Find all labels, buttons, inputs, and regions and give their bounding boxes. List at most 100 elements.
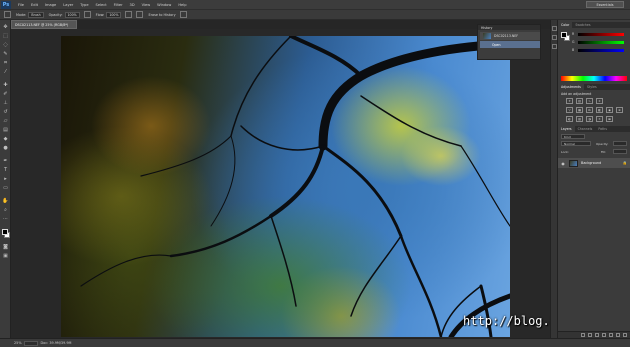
blue-slider[interactable] bbox=[578, 49, 624, 52]
blur-tool-icon[interactable]: ◆ bbox=[2, 136, 9, 142]
hue-saturation-icon[interactable]: ▦ bbox=[576, 107, 583, 113]
menu-3d[interactable]: 3D bbox=[130, 3, 135, 7]
pen-tool-icon[interactable]: ✒ bbox=[2, 158, 9, 164]
quick-mask-icon[interactable]: ◙ bbox=[2, 244, 9, 250]
shape-tool-icon[interactable]: ▭ bbox=[2, 185, 9, 191]
vibrance-icon[interactable]: ▽ bbox=[566, 107, 573, 113]
tab-styles[interactable]: Styles bbox=[584, 84, 600, 90]
invert-icon[interactable]: ◐ bbox=[566, 116, 573, 122]
brush-tool-icon[interactable]: ✐ bbox=[2, 91, 9, 97]
gradient-tool-icon[interactable]: ▤ bbox=[2, 127, 9, 133]
visibility-eye-icon[interactable]: ◉ bbox=[560, 160, 566, 166]
layer-opacity-label: Opacity: bbox=[596, 142, 609, 146]
crop-tool-icon[interactable]: ⌗ bbox=[2, 60, 9, 66]
type-tool-icon[interactable]: T bbox=[2, 167, 9, 173]
healing-brush-tool-icon[interactable]: ✚ bbox=[2, 82, 9, 88]
more-tools-icon[interactable]: ⋯ bbox=[2, 216, 9, 222]
lasso-tool-icon[interactable]: ◌ bbox=[2, 42, 9, 48]
airbrush-icon[interactable] bbox=[125, 11, 133, 18]
tab-paths[interactable]: Paths bbox=[595, 126, 610, 132]
fill-label: Fill: bbox=[601, 150, 607, 154]
fill-field[interactable] bbox=[613, 149, 627, 154]
history-panel-icon[interactable] bbox=[552, 26, 557, 31]
eraser-tool-icon[interactable]: ▱ bbox=[2, 118, 9, 124]
menu-window[interactable]: Window bbox=[157, 3, 171, 7]
eyedropper-tool-icon[interactable]: ⁄ bbox=[2, 69, 9, 75]
pressure-opacity-icon[interactable] bbox=[83, 11, 91, 18]
brightness-contrast-icon[interactable]: ☀ bbox=[566, 98, 573, 104]
mode-select[interactable]: Brush bbox=[28, 11, 44, 18]
workspace-select[interactable]: Essentials bbox=[586, 1, 624, 8]
info-panel-icon[interactable] bbox=[552, 44, 557, 49]
channel-b-label: B bbox=[572, 48, 575, 52]
quick-select-tool-icon[interactable]: ✎ bbox=[2, 51, 9, 57]
blend-mode-select[interactable]: Normal bbox=[561, 141, 591, 146]
document-image[interactable] bbox=[61, 36, 510, 337]
opacity-field[interactable]: 100% bbox=[64, 11, 80, 18]
pressure-size-icon[interactable] bbox=[179, 11, 187, 18]
menu-filter[interactable]: Filter bbox=[114, 3, 123, 7]
hand-tool-icon[interactable]: ✋ bbox=[2, 198, 9, 204]
zoom-level[interactable]: 25% bbox=[14, 341, 22, 345]
tab-color[interactable]: Color bbox=[558, 22, 573, 28]
selective-color-icon[interactable]: ✕ bbox=[596, 116, 603, 122]
link-layers-icon[interactable] bbox=[581, 333, 585, 337]
levels-icon[interactable]: ▥ bbox=[576, 98, 583, 104]
lock-icon: 🔒 bbox=[622, 161, 627, 165]
erase-history-checkbox[interactable] bbox=[136, 11, 144, 18]
properties-panel-icon[interactable] bbox=[552, 35, 557, 40]
layer-kind-filter[interactable]: Kind bbox=[561, 134, 585, 139]
menu-image[interactable]: Image bbox=[45, 3, 56, 7]
delete-layer-icon[interactable] bbox=[623, 333, 627, 337]
history-panel-title[interactable]: History bbox=[478, 25, 540, 30]
layer-row-background[interactable]: ◉ Background 🔒 bbox=[558, 158, 630, 168]
new-layer-icon[interactable] bbox=[616, 333, 620, 337]
photo-filter-icon[interactable]: ◉ bbox=[606, 107, 613, 113]
menu-type[interactable]: Type bbox=[80, 3, 88, 7]
new-adjustment-icon[interactable] bbox=[602, 333, 606, 337]
history-step-open[interactable]: Open bbox=[480, 41, 540, 48]
menu-file[interactable]: File bbox=[18, 3, 24, 7]
zoom-tool-icon[interactable]: ⌕ bbox=[2, 207, 9, 213]
clone-stamp-tool-icon[interactable]: ⊥ bbox=[2, 100, 9, 106]
tab-layers[interactable]: Layers bbox=[558, 126, 575, 132]
path-selection-tool-icon[interactable]: ▸ bbox=[2, 176, 9, 182]
new-group-icon[interactable] bbox=[609, 333, 613, 337]
add-mask-icon[interactable] bbox=[595, 333, 599, 337]
menu-layer[interactable]: Layer bbox=[63, 3, 73, 7]
gradient-map-icon[interactable]: ▬ bbox=[606, 116, 613, 122]
menu-help[interactable]: Help bbox=[178, 3, 186, 7]
posterize-icon[interactable]: ▨ bbox=[576, 116, 583, 122]
color-panel-foreground[interactable] bbox=[561, 32, 567, 38]
tool-preset-icon[interactable] bbox=[4, 11, 11, 18]
screen-mode-icon[interactable]: ▣ bbox=[2, 253, 9, 259]
menu-edit[interactable]: Edit bbox=[31, 3, 38, 7]
document-tab[interactable]: DSC02113.NEF @ 25% (RGB/8*) bbox=[11, 20, 77, 29]
history-brush-tool-icon[interactable]: ↺ bbox=[2, 109, 9, 115]
black-white-icon[interactable]: ◧ bbox=[596, 107, 603, 113]
curves-icon[interactable]: ∿ bbox=[586, 98, 593, 104]
red-slider[interactable] bbox=[578, 33, 624, 36]
document-info: Doc: 39.9M/39.9M bbox=[40, 341, 72, 345]
layer-opacity-field[interactable] bbox=[613, 141, 627, 146]
menu-view[interactable]: View bbox=[142, 3, 151, 7]
move-tool-icon[interactable]: ✥ bbox=[2, 24, 9, 30]
layer-style-icon[interactable] bbox=[588, 333, 592, 337]
threshold-icon[interactable]: ◑ bbox=[586, 116, 593, 122]
channel-mixer-icon[interactable]: ⊕ bbox=[616, 107, 623, 113]
history-snapshot[interactable]: DSC02113.NEF bbox=[480, 32, 540, 40]
foreground-color-swatch[interactable] bbox=[2, 229, 8, 235]
layers-panel-footer bbox=[558, 331, 630, 338]
zoom-field[interactable] bbox=[23, 340, 38, 346]
exposure-icon[interactable]: ± bbox=[596, 98, 603, 104]
color-balance-icon[interactable]: ⚖ bbox=[586, 107, 593, 113]
color-spectrum[interactable] bbox=[561, 76, 627, 81]
tab-adjustments[interactable]: Adjustments bbox=[558, 84, 584, 90]
tab-swatches[interactable]: Swatches bbox=[572, 22, 593, 28]
green-slider[interactable] bbox=[578, 41, 624, 44]
flow-field[interactable]: 100% bbox=[106, 11, 122, 18]
marquee-tool-icon[interactable]: ⬚ bbox=[2, 33, 9, 39]
dodge-tool-icon[interactable]: ● bbox=[2, 145, 9, 151]
menu-select[interactable]: Select bbox=[96, 3, 107, 7]
tab-channels[interactable]: Channels bbox=[575, 126, 596, 132]
